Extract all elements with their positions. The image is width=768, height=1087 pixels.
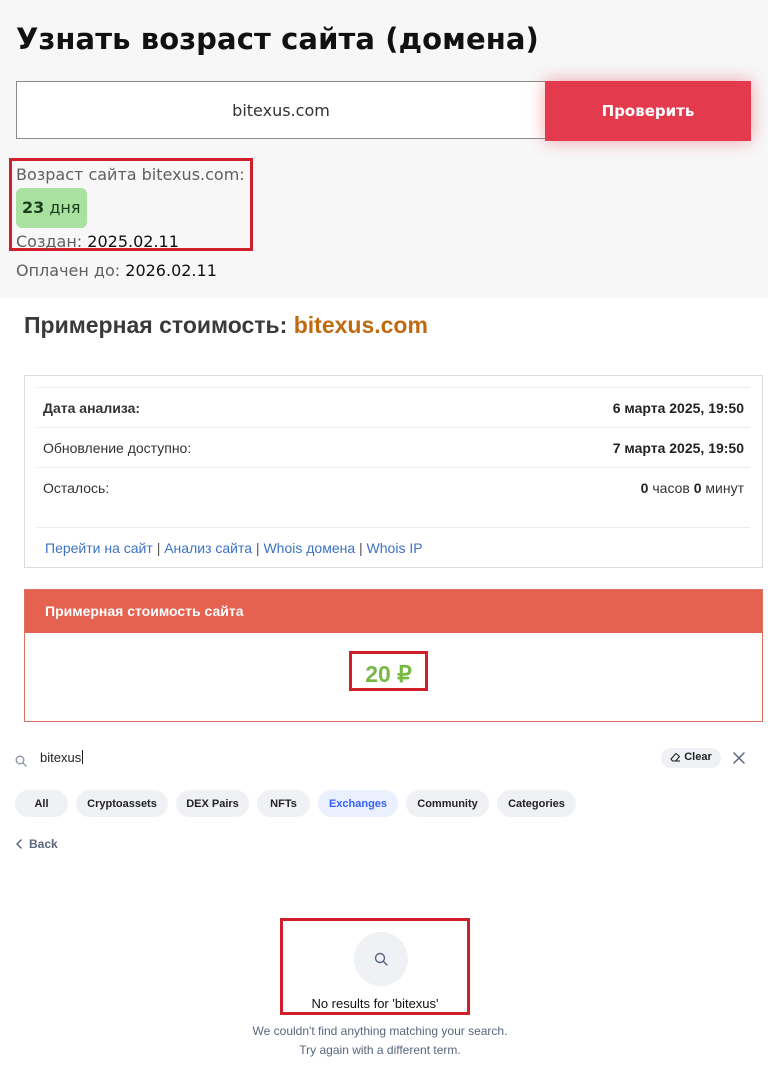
cost-title-label: Примерная стоимость: — [24, 312, 288, 338]
paid-until-line: Оплачен до: 2026.02.11 — [16, 261, 217, 280]
row-value: 0 часов 0 минут — [641, 480, 744, 496]
clear-label: Clear — [684, 751, 712, 763]
no-results-line: We couldn't find anything matching your … — [252, 1024, 508, 1038]
price-value: 20 ₽ — [365, 661, 412, 687]
row-value: 7 марта 2025, 19:50 — [612, 440, 744, 456]
domain-input[interactable] — [16, 81, 545, 139]
check-button[interactable]: Проверить — [545, 81, 751, 141]
close-icon[interactable] — [731, 750, 747, 766]
tab-dex-pairs[interactable]: DEX Pairs — [176, 790, 249, 817]
link-separator: | — [255, 540, 260, 556]
age-unit: дня — [49, 198, 81, 217]
search-icon — [15, 752, 27, 767]
tab-nfts[interactable]: NFTs — [257, 790, 310, 817]
empty-state-icon — [354, 932, 408, 986]
created-label: Создан: — [16, 232, 83, 251]
clear-button[interactable]: Clear — [661, 748, 721, 768]
age-label: Возраст сайта bitexus.com: — [16, 165, 245, 184]
link-site-analysis[interactable]: Анализ сайта — [164, 540, 252, 556]
price-card-header: Примерная стоимость сайта — [25, 590, 762, 633]
time-remaining-row: Осталось: 0 часов 0 минут — [37, 467, 750, 507]
row-label: Дата анализа: — [43, 400, 141, 416]
link-separator: | — [359, 540, 363, 556]
no-results-title: No results for 'bitexus' — [311, 996, 439, 1011]
text-caret — [82, 750, 84, 764]
age-number: 23 — [22, 198, 45, 217]
age-badge: 23 дня — [16, 188, 87, 228]
row-label: Обновление доступно: — [43, 440, 192, 456]
cost-title-domain: bitexus.com — [293, 312, 428, 338]
page-title: Узнать возраст сайта (домена) — [16, 22, 539, 56]
search-query: bitexus — [40, 750, 82, 765]
minutes-unit: минут — [705, 480, 744, 496]
no-results-line: Try again with a different term. — [299, 1043, 461, 1057]
back-button[interactable]: Back — [15, 837, 58, 853]
domain-age-section: Узнать возраст сайта (домена) Проверить … — [0, 0, 768, 298]
link-visit-site[interactable]: Перейти на сайт — [45, 540, 153, 556]
highlight-box-price: 20 ₽ — [349, 651, 428, 691]
update-available-row: Обновление доступно: 7 марта 2025, 19:50 — [37, 427, 750, 467]
analysis-card: Дата анализа: 6 марта 2025, 19:50 Обновл… — [24, 375, 763, 568]
analysis-date-row: Дата анализа: 6 марта 2025, 19:50 — [37, 387, 750, 427]
link-whois-domain[interactable]: Whois домена — [263, 540, 355, 556]
tab-exchanges[interactable]: Exchanges — [318, 790, 398, 817]
search-icon — [374, 952, 388, 966]
created-line: Создан: 2025.02.11 — [16, 232, 179, 251]
paid-label: Оплачен до: — [16, 261, 121, 280]
eraser-icon — [670, 751, 681, 765]
cost-title: Примерная стоимость: bitexus.com — [24, 312, 428, 339]
minutes-value: 0 — [693, 480, 702, 496]
back-label: Back — [29, 837, 58, 851]
tab-all[interactable]: All — [15, 790, 68, 817]
search-input[interactable]: bitexus — [40, 750, 84, 765]
links-row: Перейти на сайт | Анализ сайта | Whois д… — [37, 527, 750, 568]
row-label: Осталось: — [43, 480, 110, 496]
paid-value: 2026.02.11 — [125, 261, 217, 280]
tab-community[interactable]: Community — [406, 790, 489, 817]
no-results-description: We couldn't find anything matching your … — [200, 1022, 560, 1060]
tab-cryptoassets[interactable]: Cryptoassets — [76, 790, 168, 817]
created-value: 2025.02.11 — [87, 232, 179, 251]
chevron-left-icon — [16, 839, 22, 849]
link-whois-ip[interactable]: Whois IP — [367, 540, 423, 556]
hours-unit: часов — [652, 480, 690, 496]
hours-value: 0 — [640, 480, 649, 496]
row-value: 6 марта 2025, 19:50 — [612, 400, 744, 416]
link-separator: | — [156, 540, 161, 556]
tab-categories[interactable]: Categories — [497, 790, 576, 817]
price-header-label: Примерная стоимость сайта — [45, 603, 244, 619]
price-card: Примерная стоимость сайта 20 ₽ — [24, 589, 763, 722]
